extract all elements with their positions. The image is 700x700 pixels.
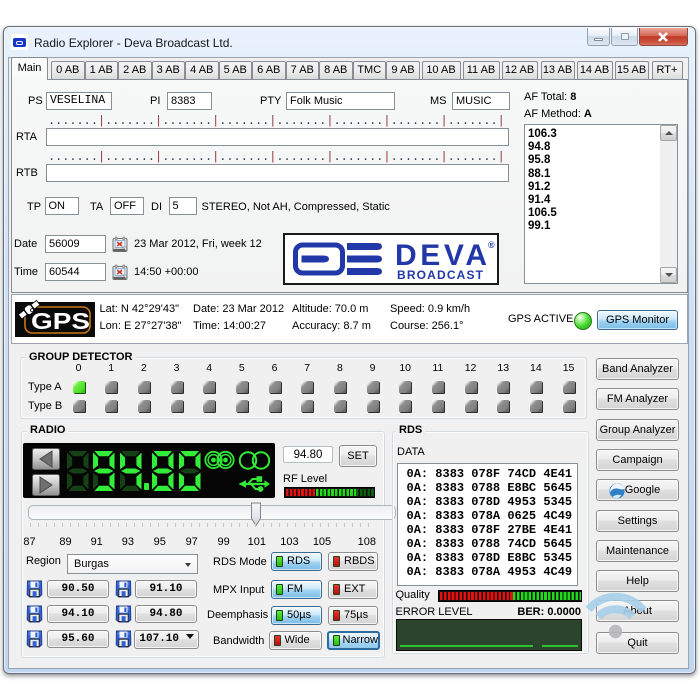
svg-text:BROADCAST: BROADCAST [397, 268, 484, 282]
svg-text:®: ® [488, 240, 495, 250]
svg-text:GPS: GPS [31, 308, 90, 334]
